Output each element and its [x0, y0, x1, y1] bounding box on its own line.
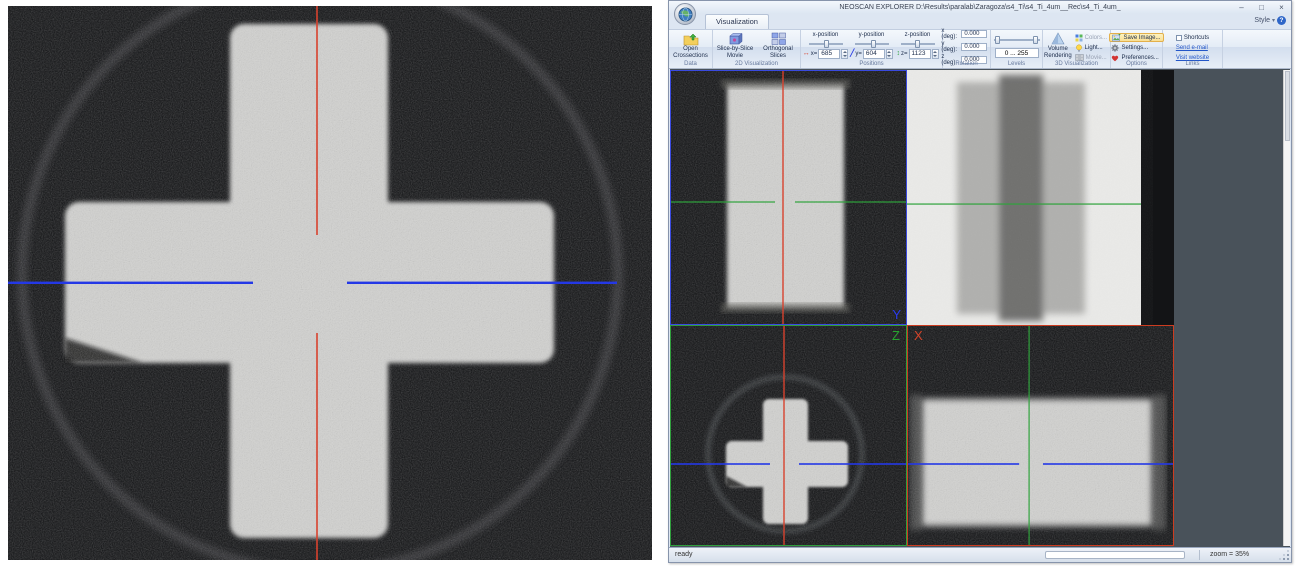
- viewport-x-label: X: [914, 329, 923, 342]
- viewport-x[interactable]: X: [907, 325, 1174, 546]
- close-button[interactable]: ×: [1276, 2, 1287, 13]
- rotation-x-label: x (deg):: [941, 28, 959, 40]
- volume-rendering-button[interactable]: Volume Rendering: [1044, 32, 1072, 61]
- status-ready-text: ready: [675, 551, 693, 558]
- volume-rendering-icon: [1050, 32, 1065, 46]
- ribbon-group-2d-visualization: Slice-by-Slice Movie Orthogonal Slices: [713, 30, 801, 68]
- noise-overlay: [908, 326, 1173, 545]
- neoscan-explorer-window: NEOSCAN EXPLORER D:\Results\paralab\Zara…: [668, 0, 1292, 563]
- y-position-slider[interactable]: [855, 40, 889, 48]
- shortcuts-checkbox[interactable]: [1176, 35, 1182, 41]
- noise-overlay: [671, 71, 906, 324]
- app-menu-button[interactable]: [674, 3, 696, 25]
- help-icon[interactable]: ?: [1277, 16, 1286, 25]
- globe-icon: [678, 7, 693, 22]
- open-crossections-button[interactable]: Open Crossections: [670, 32, 711, 61]
- rotation-y-input[interactable]: 0.000: [961, 43, 987, 52]
- z-position-input[interactable]: 1123: [909, 49, 931, 59]
- viewport-y[interactable]: Y: [670, 70, 907, 325]
- ribbon-group-levels: 0 ... 255 Levels: [991, 30, 1043, 68]
- scrollbar-thumb[interactable]: [1285, 71, 1290, 141]
- x-axis-icon: ↔: [803, 50, 810, 58]
- ribbon-group-data: Open Crossections Data: [669, 30, 713, 68]
- ribbon-toolbar: Open Crossections Data: [669, 29, 1291, 69]
- levels-range-value[interactable]: 0 ... 255: [995, 48, 1039, 58]
- save-image-icon: [1112, 34, 1121, 42]
- window-title: NEOSCAN EXPLORER D:\Results\paralab\Zara…: [839, 4, 1120, 11]
- colors-menu-item[interactable]: Colors...: [1073, 33, 1109, 42]
- ribbon-group-positions: x-position ↔ x= 685 y-position: [801, 30, 943, 68]
- noise-overlay: [907, 70, 1141, 325]
- rotation-y-label: y (deg):: [941, 41, 959, 53]
- crosshair-vertical-red[interactable]: [783, 326, 784, 545]
- open-folder-icon: [683, 32, 699, 46]
- light-menu-item[interactable]: Light...: [1073, 43, 1109, 52]
- slice-by-slice-movie-button[interactable]: Slice-by-Slice Movie: [714, 32, 756, 61]
- statusbar-divider: [1199, 550, 1200, 560]
- vertical-scrollbar[interactable]: [1283, 70, 1290, 546]
- slice-movie-icon: [728, 32, 743, 46]
- orthogonal-slices-button[interactable]: Orthogonal Slices: [757, 32, 799, 61]
- tab-visualization[interactable]: Visualization: [705, 14, 769, 29]
- ribbon-group-rotation: x (deg): 0.000 y (deg): 0.000 z (deg): 0…: [943, 30, 991, 68]
- titlebar: NEOSCAN EXPLORER D:\Results\paralab\Zara…: [669, 1, 1291, 14]
- chevron-down-icon: ▾: [1272, 17, 1275, 24]
- z-position-label: z-position: [905, 32, 931, 39]
- settings-button[interactable]: Settings...: [1109, 43, 1163, 52]
- z-position-stepper[interactable]: [932, 49, 939, 59]
- colors-icon: [1075, 34, 1083, 42]
- resize-grip[interactable]: [1278, 549, 1290, 561]
- viewport-z-label: Z: [892, 329, 900, 342]
- ct-slice-image: [8, 6, 652, 560]
- crosshair-horizontal-green[interactable]: [907, 203, 1141, 204]
- ribbon-group-links: Shortcuts Send e-mail Visit website Link…: [1163, 30, 1223, 68]
- status-bar: ready zoom = 35%: [669, 547, 1291, 562]
- ribbon-group-options: Save Image... Settings...: [1111, 30, 1163, 68]
- y-position-input[interactable]: 604: [863, 49, 885, 59]
- ribbon-spacer: [1223, 30, 1291, 68]
- viewport-projection[interactable]: [907, 70, 1174, 325]
- viewport-z[interactable]: Z: [670, 325, 907, 546]
- ribbon-group-3d-visualization: Volume Rendering Colors...: [1043, 30, 1111, 68]
- x-position-slider[interactable]: [809, 40, 843, 48]
- viewport-area: Y: [670, 69, 1290, 547]
- z-axis-icon: ↕: [896, 50, 900, 58]
- orthogonal-slices-icon: [771, 32, 786, 46]
- style-dropdown[interactable]: Style: [1254, 17, 1270, 24]
- x-position-stepper[interactable]: [841, 49, 848, 59]
- settings-gear-icon: [1111, 44, 1119, 52]
- crosshair-vertical-green[interactable]: [1028, 326, 1029, 545]
- minimize-button[interactable]: –: [1236, 2, 1247, 13]
- y-position-label: y-position: [859, 32, 885, 39]
- screenshot-stage: NEOSCAN EXPLORER D:\Results\paralab\Zara…: [0, 0, 1296, 566]
- levels-range-slider[interactable]: [994, 36, 1040, 45]
- y-axis-icon: ╱: [850, 50, 854, 58]
- viewport-y-label: Y: [892, 308, 901, 321]
- zoom-level-text: zoom = 35%: [1210, 551, 1249, 558]
- progress-bar: [1045, 551, 1185, 559]
- light-icon: [1075, 44, 1083, 52]
- z-position-slider[interactable]: [901, 40, 935, 48]
- y-position-stepper[interactable]: [886, 49, 893, 59]
- noise-overlay: [671, 326, 906, 545]
- crosshair-vertical-red[interactable]: [782, 71, 783, 324]
- shortcuts-checkbox-item[interactable]: Shortcuts: [1174, 33, 1211, 42]
- x-position-input[interactable]: 685: [818, 49, 840, 59]
- save-image-button[interactable]: Save Image...: [1109, 33, 1163, 42]
- rotation-x-input[interactable]: 0.000: [961, 30, 987, 39]
- send-email-link[interactable]: Send e-mail: [1174, 43, 1211, 52]
- x-position-label: x-position: [813, 32, 839, 39]
- maximize-button[interactable]: □: [1256, 2, 1267, 13]
